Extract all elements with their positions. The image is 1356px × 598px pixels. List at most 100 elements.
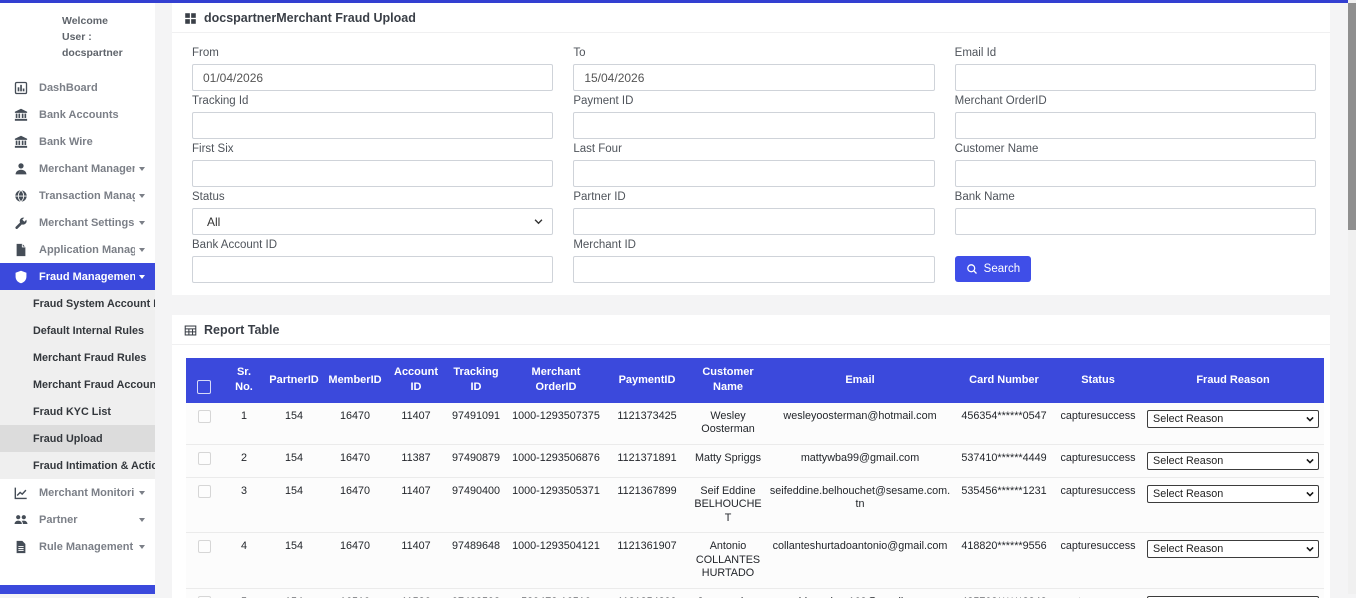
- filter-input[interactable]: [955, 64, 1316, 91]
- submenu-item[interactable]: Default Internal Rules: [0, 317, 155, 344]
- grid-icon: [184, 12, 197, 25]
- filter-input[interactable]: [955, 160, 1316, 187]
- cell-sr-no: 5: [222, 588, 266, 598]
- field-label: First Six: [192, 143, 553, 155]
- submenu-item[interactable]: Fraud Intimation & Action: [0, 452, 155, 479]
- bank-icon: [14, 108, 28, 122]
- cell-partner-id: 154: [266, 533, 322, 588]
- filter-field: Payment ID: [573, 95, 934, 139]
- field-label: Status: [192, 191, 553, 203]
- sidebar-item[interactable]: Bank Accounts: [0, 101, 155, 128]
- cell-email: mattywba99@gmail.com: [766, 444, 954, 477]
- app-window: Welcome User : docspartner DashBoard Ban…: [0, 0, 1356, 594]
- cell-tracking-id: 97490400: [444, 477, 508, 532]
- shield-icon: [14, 270, 28, 284]
- table-row: 1 154 16470 11407 97491091 1000-12935073…: [186, 403, 1324, 444]
- row-checkbox[interactable]: [198, 410, 211, 423]
- filter-input[interactable]: [573, 256, 934, 283]
- submenu-item[interactable]: Merchant Fraud Accounts: [0, 371, 155, 398]
- cell-merchant-order-id: 1000-1293506876: [508, 444, 604, 477]
- submenu-item[interactable]: Fraud System Account Master: [0, 290, 155, 317]
- search-button-label: Search: [984, 263, 1020, 275]
- wrench-icon: [14, 216, 28, 230]
- cell-tracking-id: 97491091: [444, 403, 508, 444]
- sidebar-item[interactable]: Partner: [0, 506, 155, 533]
- filter-input[interactable]: [192, 256, 553, 283]
- sidebar-item[interactable]: Transaction Management: [0, 182, 155, 209]
- filter-input[interactable]: [192, 160, 553, 187]
- field-label: To: [573, 47, 934, 59]
- cell-checkbox: [186, 588, 222, 598]
- fraud-reason-select[interactable]: Select Reason: [1147, 540, 1319, 558]
- row-checkbox[interactable]: [198, 485, 211, 498]
- welcome-text: Welcome: [62, 14, 151, 30]
- caret-down-icon: [139, 491, 145, 495]
- select-all-checkbox[interactable]: [197, 380, 211, 394]
- field-label: Email Id: [955, 47, 1316, 59]
- cell-checkbox: [186, 403, 222, 444]
- top-accent-bar: [0, 0, 1356, 3]
- cell-customer-name: Matty Spriggs: [690, 444, 766, 477]
- submenu-item[interactable]: Fraud Upload: [0, 425, 155, 452]
- sidebar-item[interactable]: Merchant Monitoring: [0, 479, 155, 506]
- sidebar-item[interactable]: Rule Management: [0, 533, 155, 560]
- sidebar-item[interactable]: DashBoard: [0, 74, 155, 101]
- filter-field: Partner ID: [573, 191, 934, 235]
- fraud-upload-filter-card: docspartnerMerchant Fraud Upload From To: [172, 3, 1330, 295]
- submenu-item[interactable]: Merchant Fraud Rules: [0, 344, 155, 371]
- submenu-item[interactable]: Fraud KYC List: [0, 398, 155, 425]
- field-label: Bank Account ID: [192, 239, 553, 251]
- fraud-reason-select[interactable]: Select Reason: [1147, 410, 1319, 428]
- cell-tracking-id: 97490879: [444, 444, 508, 477]
- cell-member-id: 16470: [322, 444, 388, 477]
- filter-input[interactable]: [955, 208, 1316, 235]
- sidebar-item[interactable]: Fraud Management: [0, 263, 155, 290]
- fraud-reason-select[interactable]: Select Reason: [1147, 485, 1319, 503]
- cell-payment-id: 1121354299: [604, 588, 690, 598]
- filter-input[interactable]: [955, 112, 1316, 139]
- cell-customer-name: Seif Eddine BELHOUCHET: [690, 477, 766, 532]
- sidebar-item[interactable]: Merchant Management: [0, 155, 155, 182]
- filter-input[interactable]: [192, 112, 553, 139]
- filter-input[interactable]: [573, 160, 934, 187]
- cell-email: chinusahoo163@gmail.com: [766, 588, 954, 598]
- search-icon: [966, 263, 978, 275]
- sidebar-items-bottom: Merchant Monitoring Partner Rule Managem…: [0, 479, 155, 560]
- bank-icon: [14, 135, 28, 149]
- search-button[interactable]: Search: [955, 256, 1031, 282]
- sidebar-item[interactable]: Bank Wire: [0, 128, 155, 155]
- column-header: Fraud Reason: [1142, 358, 1324, 403]
- cell-status: capturesuccess: [1054, 533, 1142, 588]
- cell-status: capturesuccess: [1054, 403, 1142, 444]
- cell-card-number: 537410******4449: [954, 444, 1054, 477]
- select-all-header-cell: [186, 358, 222, 403]
- cell-card-number: 418820******9556: [954, 533, 1054, 588]
- filter-input[interactable]: [192, 64, 553, 91]
- report-table-body: 1 154 16470 11407 97491091 1000-12935073…: [186, 403, 1324, 598]
- status-select[interactable]: All: [192, 208, 553, 235]
- cell-sr-no: 3: [222, 477, 266, 532]
- file-lines-icon: [14, 540, 28, 554]
- sidebar-item[interactable]: Application Manager: [0, 236, 155, 263]
- cell-account-id: 11407: [388, 477, 444, 532]
- scrollbar[interactable]: [1348, 0, 1356, 594]
- sidebar: Welcome User : docspartner DashBoard Ban…: [0, 0, 155, 594]
- row-checkbox[interactable]: [198, 540, 211, 553]
- filter-field: Last Four: [573, 143, 934, 187]
- cell-partner-id: 154: [266, 588, 322, 598]
- welcome-block: Welcome User : docspartner: [0, 3, 155, 74]
- table-row: 2 154 16470 11387 97490879 1000-12935068…: [186, 444, 1324, 477]
- table-row: 3 154 16470 11407 97490400 1000-12935053…: [186, 477, 1324, 532]
- fraud-reason-select[interactable]: Select Reason: [1147, 452, 1319, 470]
- filter-input[interactable]: [573, 112, 934, 139]
- filter-input[interactable]: [573, 64, 934, 91]
- cell-sr-no: 4: [222, 533, 266, 588]
- sidebar-item[interactable]: Merchant Settings: [0, 209, 155, 236]
- scrollbar-thumb[interactable]: [1348, 3, 1356, 230]
- caret-down-icon: [139, 248, 145, 252]
- column-header: Customer Name: [690, 358, 766, 403]
- column-header: MemberID: [322, 358, 388, 403]
- filter-input[interactable]: [573, 208, 934, 235]
- row-checkbox[interactable]: [198, 452, 211, 465]
- column-header: PartnerID: [266, 358, 322, 403]
